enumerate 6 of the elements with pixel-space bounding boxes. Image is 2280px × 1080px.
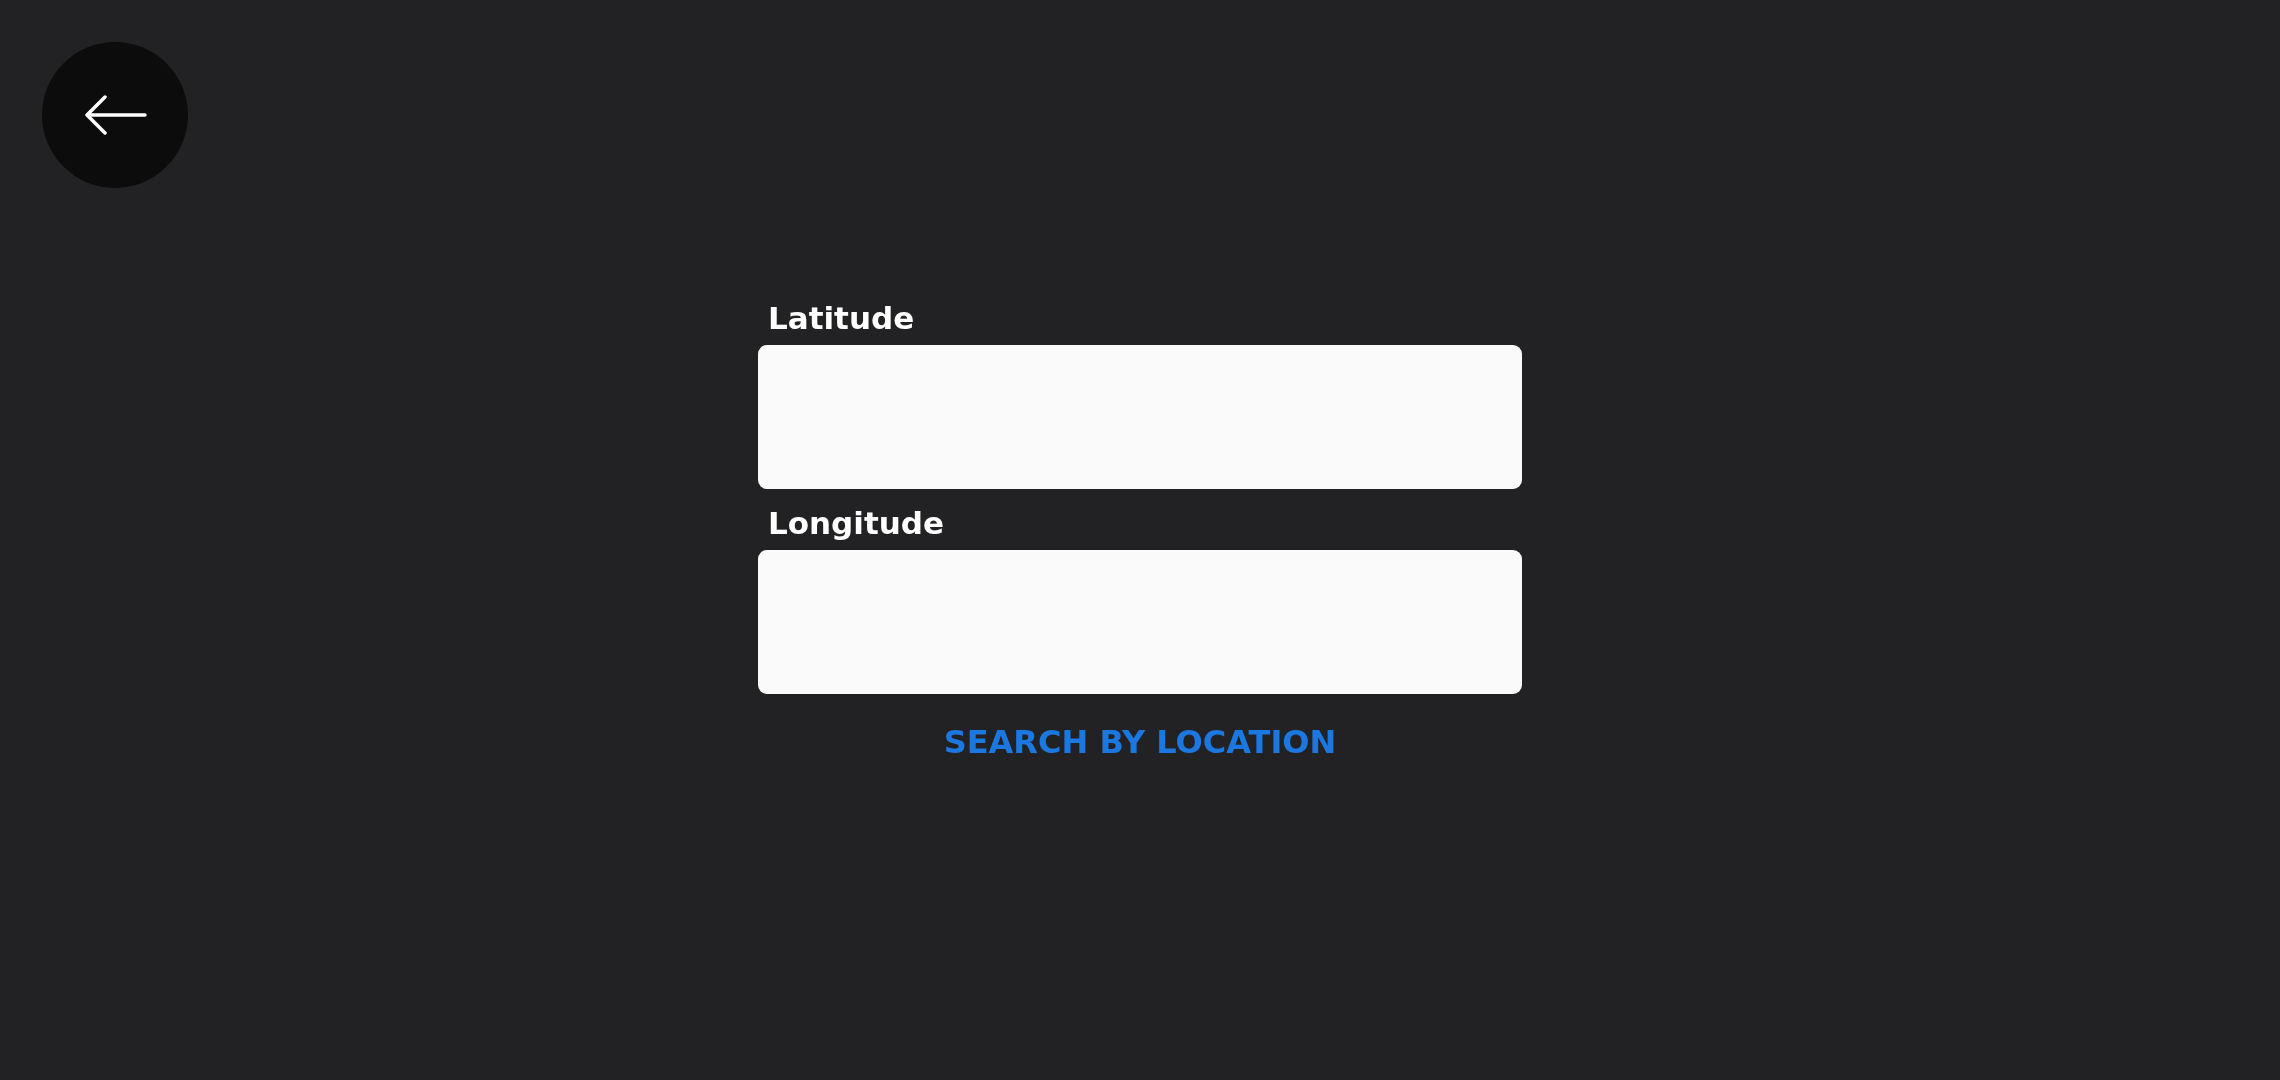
back-arrow-icon	[83, 95, 147, 135]
field-label: Latitude	[767, 300, 916, 338]
input-field[interactable]	[758, 345, 1522, 490]
field-label: Longitude	[767, 505, 946, 543]
search-link[interactable]: SEARCH BY LOCATION	[943, 718, 1337, 767]
input-field[interactable]	[758, 550, 1522, 695]
